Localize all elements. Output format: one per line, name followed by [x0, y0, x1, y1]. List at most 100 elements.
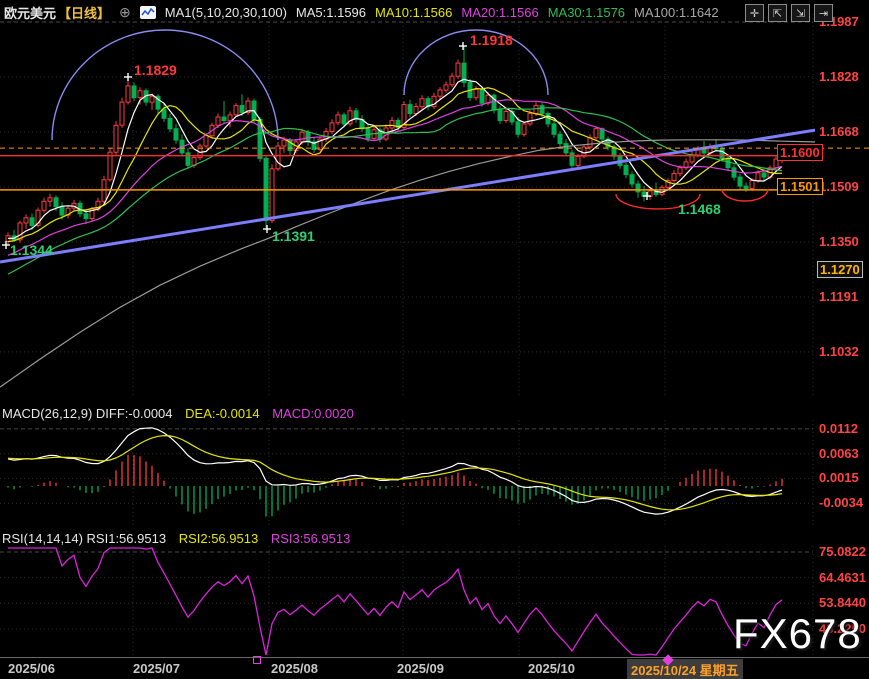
macd-axis-label: 0.0112 — [819, 421, 858, 436]
ma100-line — [0, 140, 815, 387]
price-axis-label: 1.1509 — [819, 179, 859, 194]
macd-title[interactable]: MACD(26,12,9) DIFF:-0.0004 — [2, 406, 173, 421]
macd-hist-value: MACD:0.0020 — [272, 406, 354, 421]
candle-body — [636, 184, 640, 192]
drawing-anchor-square[interactable] — [253, 656, 261, 664]
ma100-value: MA100:1.1642 — [634, 5, 719, 20]
candle-body — [456, 63, 460, 76]
candle-body — [138, 91, 142, 98]
macd-dea-value: DEA:-0.0014 — [185, 406, 259, 421]
candle-body — [408, 105, 412, 114]
chart-annotation: 1.1468 — [678, 201, 721, 217]
trading-app: 欧元美元 【日线】 ⊕ MA1(5,10,20,30,100) MA5:1.15… — [0, 0, 869, 679]
chart-annotation: 1.1918 — [470, 32, 513, 48]
ma5-value: MA5:1.1596 — [296, 5, 366, 20]
price-axis-label: 1.1032 — [819, 344, 859, 359]
candle-body — [120, 102, 124, 125]
macd-diff-line — [8, 428, 782, 514]
candle-body — [594, 129, 598, 138]
candle-body — [552, 124, 556, 134]
candle-body — [366, 129, 370, 139]
candle-body — [756, 173, 760, 181]
zoom-axis-out-icon[interactable]: ⇲ — [791, 4, 810, 22]
candle-body — [726, 158, 730, 167]
candle-body — [174, 129, 178, 140]
price-axis-label: 1.1191 — [819, 289, 858, 304]
price-axis-label: 1.1828 — [819, 69, 859, 84]
candle-body — [270, 169, 274, 221]
macd-axis-label: -0.0034 — [819, 495, 863, 510]
ma-settings-label[interactable]: MA1(5,10,20,30,100) — [165, 5, 287, 20]
ma20-value: MA20:1.1566 — [461, 5, 538, 20]
zoom-axis-in-icon[interactable]: ⇱ — [768, 4, 787, 22]
chart-type-icon[interactable] — [140, 6, 156, 19]
rsi-line — [8, 548, 782, 655]
candle-body — [444, 85, 448, 90]
price-alert-lower-label[interactable]: 1.1501 — [777, 178, 823, 195]
drawn-arc[interactable] — [722, 189, 768, 201]
candle-body — [678, 168, 682, 174]
rsi3-value: RSI3:56.9513 — [271, 531, 351, 546]
rsi-axis-label: 75.0822 — [819, 544, 866, 559]
price-axis-label: 1.1668 — [819, 124, 859, 139]
candle-body — [474, 89, 478, 97]
candle-body — [540, 106, 544, 114]
candle-body — [414, 107, 418, 114]
pan-move-icon[interactable]: ✛ — [745, 4, 764, 22]
rsi-axis-label: 53.8440 — [819, 595, 866, 610]
candle-body — [534, 106, 538, 114]
candle-body — [624, 165, 628, 174]
candle-body — [672, 174, 676, 181]
candle-body — [84, 214, 88, 219]
candle-body — [42, 201, 46, 210]
candle-body — [702, 150, 706, 154]
crosshair-price-label: 1.1270 — [817, 261, 863, 278]
candle-body — [516, 122, 520, 134]
price-alert-upper-label[interactable]: 1.1600 — [777, 144, 823, 161]
drawn-arc[interactable] — [52, 30, 278, 140]
watermark: FX678 — [733, 610, 862, 658]
candle-body — [282, 140, 286, 146]
candle-body — [222, 117, 226, 121]
candle-body — [30, 218, 34, 226]
period-label[interactable]: 【日线】 — [58, 3, 110, 22]
price-axis-label: 1.1350 — [819, 234, 859, 249]
expand-icon[interactable]: ⊕ — [119, 4, 131, 21]
scroll-latest-icon[interactable]: ⇥ — [814, 4, 833, 22]
candle-body — [732, 168, 736, 177]
ma30-value: MA30:1.1576 — [548, 5, 625, 20]
chart-annotation: 1.1829 — [134, 62, 177, 78]
chart-annotation: 1.1344 — [10, 242, 53, 258]
candle-body — [576, 156, 580, 165]
candle-body — [558, 134, 562, 143]
candle-body — [300, 132, 304, 142]
candle-body — [342, 115, 346, 124]
candle-body — [630, 175, 634, 184]
candle-body — [480, 89, 484, 103]
candle-body — [234, 106, 238, 115]
rsi-title[interactable]: RSI(14,14,14) RSI1:56.9513 — [2, 531, 166, 546]
symbol-name: 欧元美元 — [4, 3, 56, 22]
candle-body — [60, 207, 64, 215]
candle-body — [228, 115, 232, 121]
rsi-header: RSI(14,14,14) RSI1:56.9513 RSI2:56.9513 … — [2, 531, 359, 546]
chart-annotation: 1.1391 — [272, 228, 315, 244]
candle-body — [126, 86, 130, 102]
candle-body — [528, 114, 532, 124]
candle-body — [330, 123, 334, 132]
chart-canvas[interactable] — [0, 0, 869, 679]
candle-body — [390, 120, 394, 128]
candle-body — [744, 186, 748, 188]
candle-body — [132, 86, 136, 98]
candle-body — [186, 153, 190, 165]
rsi-axis-label: 64.4631 — [819, 570, 866, 585]
candle-body — [150, 96, 154, 102]
candle-body — [750, 181, 754, 189]
candle-body — [498, 110, 502, 120]
macd-header: MACD(26,12,9) DIFF:-0.0004 DEA:-0.0014 M… — [2, 406, 363, 421]
candle-body — [450, 76, 454, 85]
macd-axis-label: 0.0063 — [819, 446, 859, 461]
candle-body — [570, 153, 574, 165]
candle-body — [420, 99, 424, 107]
candle-body — [522, 124, 526, 134]
